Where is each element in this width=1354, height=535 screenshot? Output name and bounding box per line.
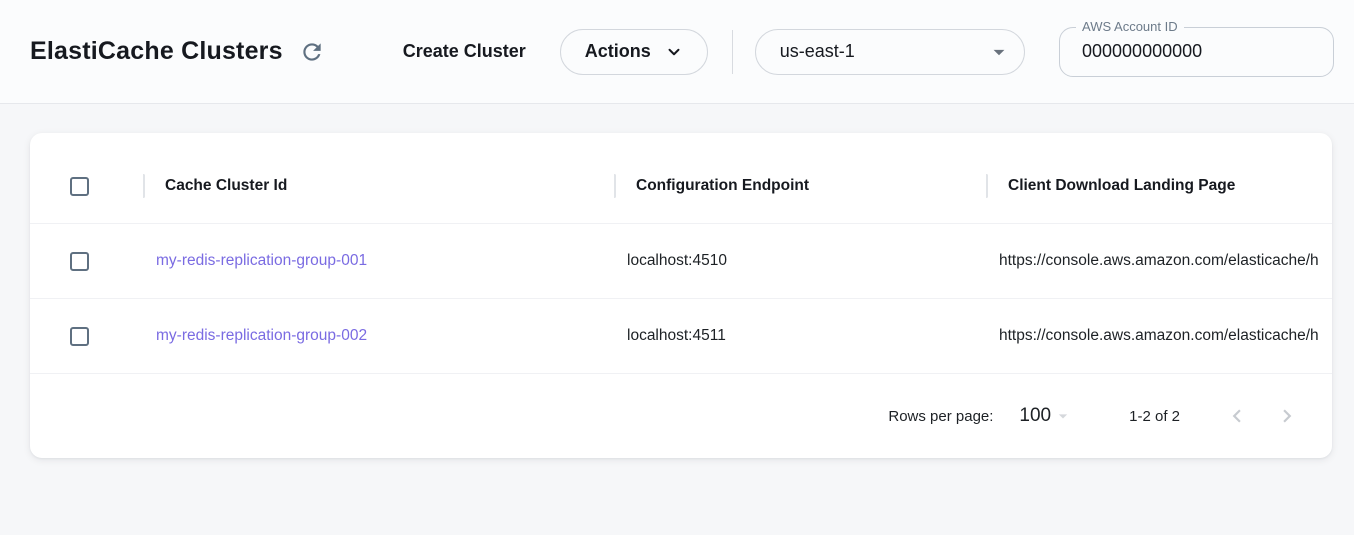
select-all-cell <box>30 177 143 196</box>
cell-client-download-landing-page: https://console.aws.amazon.com/elasticac… <box>986 327 1332 345</box>
row-checkbox-cell <box>30 252 143 271</box>
aws-account-id-label: AWS Account ID <box>1076 19 1184 34</box>
chevron-down-icon <box>665 43 683 61</box>
region-select[interactable]: us-east-1 <box>755 29 1025 75</box>
row-checkbox-cell <box>30 327 143 346</box>
create-cluster-button[interactable]: Create Cluster <box>399 33 530 70</box>
cell-client-download-landing-page: https://console.aws.amazon.com/elasticac… <box>986 252 1332 270</box>
refresh-icon <box>299 39 325 65</box>
column-separator <box>986 174 988 198</box>
column-header-cache-cluster-id[interactable]: Cache Cluster Id <box>143 149 614 223</box>
actions-button-label: Actions <box>585 41 651 62</box>
arrow-dropdown-icon <box>1053 406 1073 426</box>
cell-cache-cluster-id: my-redis-replication-group-002 <box>143 327 614 345</box>
arrow-dropdown-icon <box>986 39 1012 65</box>
pagination-range: 1-2 of 2 <box>1129 408 1180 425</box>
row-checkbox[interactable] <box>70 327 89 346</box>
header-divider <box>732 30 733 74</box>
column-separator <box>143 174 145 198</box>
refresh-button[interactable] <box>297 37 327 67</box>
cluster-id-link[interactable]: my-redis-replication-group-002 <box>156 327 367 344</box>
table-pagination: Rows per page: 100 1-2 of 2 <box>30 374 1332 458</box>
column-header-label: Cache Cluster Id <box>165 177 287 195</box>
table-row: my-redis-replication-group-001 localhost… <box>30 224 1332 299</box>
title-group: ElastiCache Clusters <box>30 37 327 67</box>
chevron-right-icon <box>1274 403 1300 429</box>
row-checkbox[interactable] <box>70 252 89 271</box>
rows-per-page-label: Rows per page: <box>888 408 993 425</box>
rows-per-page-select[interactable]: 100 <box>1019 405 1073 427</box>
actions-button[interactable]: Actions <box>560 29 708 75</box>
header-bar: ElastiCache Clusters Create Cluster Acti… <box>0 0 1354 104</box>
column-header-label: Client Download Landing Page <box>1008 177 1235 195</box>
previous-page-button[interactable] <box>1224 403 1250 429</box>
aws-account-id-input[interactable] <box>1060 28 1333 76</box>
aws-account-id-field: AWS Account ID <box>1059 27 1334 77</box>
next-page-button[interactable] <box>1274 403 1300 429</box>
cell-configuration-endpoint: localhost:4510 <box>614 252 986 270</box>
chevron-left-icon <box>1224 403 1250 429</box>
column-header-label: Configuration Endpoint <box>636 177 809 195</box>
page-title: ElastiCache Clusters <box>30 37 283 66</box>
clusters-table-card: Cache Cluster Id Configuration Endpoint … <box>30 133 1332 458</box>
rows-per-page-value: 100 <box>1019 405 1051 427</box>
cell-configuration-endpoint: localhost:4511 <box>614 327 986 345</box>
column-header-configuration-endpoint[interactable]: Configuration Endpoint <box>614 149 986 223</box>
table-header-row: Cache Cluster Id Configuration Endpoint … <box>30 149 1332 224</box>
elasticache-clusters-page: ElastiCache Clusters Create Cluster Acti… <box>0 0 1354 458</box>
region-select-value: us-east-1 <box>780 41 855 62</box>
column-header-client-download-landing-page[interactable]: Client Download Landing Page <box>986 149 1332 223</box>
column-separator <box>614 174 616 198</box>
main-content: Cache Cluster Id Configuration Endpoint … <box>0 133 1354 458</box>
select-all-checkbox[interactable] <box>70 177 89 196</box>
table-row: my-redis-replication-group-002 localhost… <box>30 299 1332 374</box>
cluster-id-link[interactable]: my-redis-replication-group-001 <box>156 252 367 269</box>
cell-cache-cluster-id: my-redis-replication-group-001 <box>143 252 614 270</box>
